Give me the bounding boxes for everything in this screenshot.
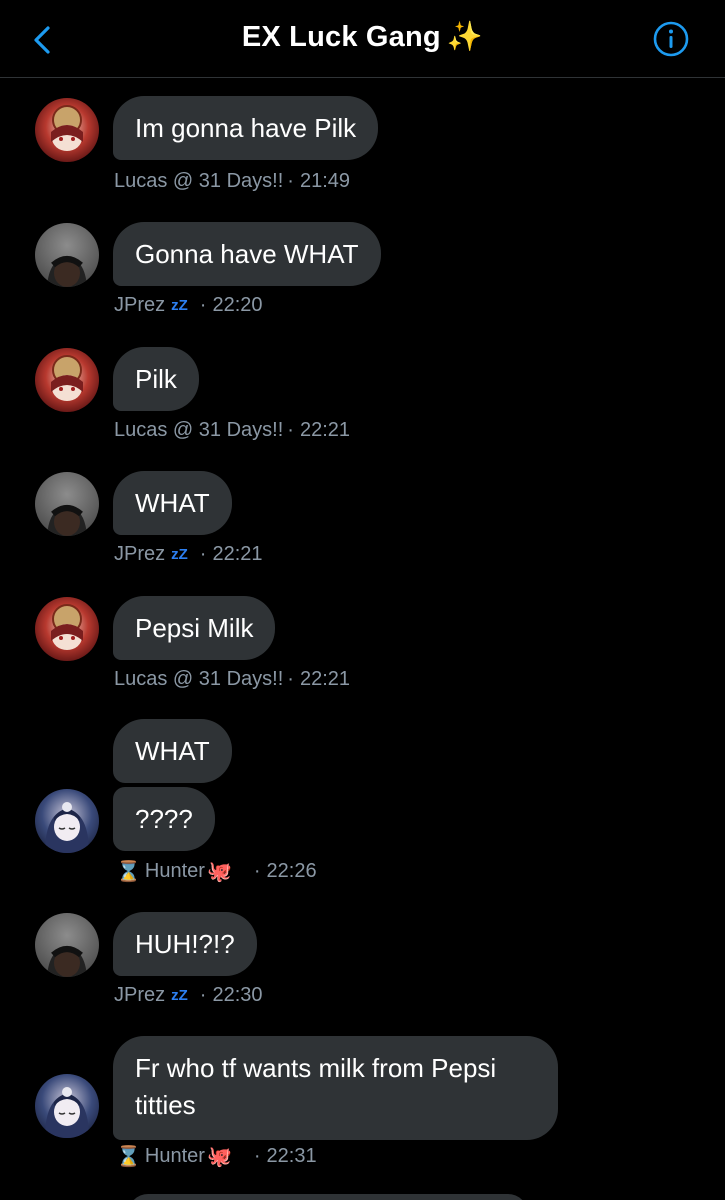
- octopus-icon: 🐙: [206, 1146, 232, 1168]
- message-bubble[interactable]: HUH!?!?: [113, 912, 257, 976]
- meta-separator: ·: [287, 170, 294, 192]
- sender-name: Hunter: [144, 860, 205, 882]
- meta-separator: ·: [253, 860, 261, 882]
- message-time: 21:49: [299, 170, 351, 192]
- message-bubble[interactable]: Fr who tf wants milk from Pepsi titties: [113, 1036, 558, 1140]
- message-text: WHAT: [135, 487, 210, 518]
- avatar-hunter[interactable]: [35, 789, 99, 853]
- sender-name: JPrez: [114, 543, 166, 565]
- conversation-header: EX Luck Gang ✨: [0, 0, 725, 78]
- message-text: Fr who tf wants milk from Pepsi titties: [135, 1053, 497, 1120]
- message-meta: JPrez zZ · 22:20: [114, 294, 263, 317]
- sender-name: Hunter: [144, 1145, 205, 1167]
- message-text: HUH!?!?: [135, 928, 235, 959]
- avatar-jprez[interactable]: [35, 223, 99, 287]
- message-bubble[interactable]: Im gonna have Pilk: [113, 96, 379, 160]
- hourglass-icon: ⌛: [116, 861, 141, 883]
- message-text: Pilk: [135, 363, 177, 394]
- message-bubble-partial[interactable]: [128, 1194, 528, 1200]
- title-text: EX Luck Gang: [241, 21, 441, 53]
- message-meta: ⌛ Hunter 🐙 · 22:26: [116, 859, 317, 884]
- avatar-lucas[interactable]: [35, 597, 99, 661]
- sender-name: JPrez: [114, 984, 166, 1006]
- sleeping-icon: zZ: [171, 546, 188, 563]
- message-time: 22:21: [212, 543, 263, 565]
- message-meta: Lucas @ 31 Days!! · 21:49: [114, 170, 350, 193]
- message-time: 22:31: [266, 1145, 317, 1167]
- octopus-icon: 🐙: [206, 861, 232, 883]
- sleeping-icon: zZ: [171, 297, 188, 314]
- message-time: 22:21: [299, 668, 351, 690]
- message-bubble[interactable]: Pilk: [113, 347, 199, 411]
- meta-separator: ·: [287, 668, 294, 690]
- message-meta: JPrez zZ · 22:30: [114, 984, 263, 1007]
- message-bubble[interactable]: ????: [113, 787, 215, 851]
- message-time: 22:30: [212, 984, 263, 1006]
- message-text: WHAT: [135, 735, 210, 766]
- message-text: Gonna have WHAT: [135, 238, 359, 269]
- info-circle-icon: [653, 21, 689, 57]
- sender-name: Lucas @ 31 Days!!: [114, 419, 284, 441]
- message-meta: Lucas @ 31 Days!! · 22:21: [114, 419, 350, 442]
- sleeping-icon: zZ: [171, 987, 188, 1004]
- meta-separator: ·: [199, 543, 207, 565]
- message-bubble[interactable]: WHAT: [113, 471, 232, 535]
- message-time: 22:20: [212, 294, 263, 316]
- message-text: Pepsi Milk: [135, 612, 254, 643]
- meta-separator: ·: [253, 1145, 261, 1167]
- message-bubble[interactable]: Pepsi Milk: [113, 596, 276, 660]
- sender-name: Lucas @ 31 Days!!: [114, 170, 284, 192]
- message-time: 22:26: [266, 860, 317, 882]
- avatar-lucas[interactable]: [35, 98, 99, 162]
- message-text: Im gonna have Pilk: [135, 112, 357, 143]
- message-bubble[interactable]: WHAT: [113, 719, 232, 783]
- conversation-title[interactable]: EX Luck Gang ✨: [0, 20, 725, 54]
- hourglass-icon: ⌛: [116, 1146, 141, 1168]
- avatar-hunter[interactable]: [35, 1074, 99, 1138]
- info-button[interactable]: [653, 21, 689, 57]
- sender-name: JPrez: [114, 294, 166, 316]
- message-meta: ⌛ Hunter 🐙 · 22:31: [116, 1144, 317, 1169]
- message-bubble[interactable]: Gonna have WHAT: [113, 222, 381, 286]
- avatar-lucas[interactable]: [35, 348, 99, 412]
- message-meta: JPrez zZ · 22:21: [114, 543, 263, 566]
- sparkles-icon: ✨: [446, 21, 484, 53]
- meta-separator: ·: [199, 984, 207, 1006]
- meta-separator: ·: [287, 419, 294, 441]
- avatar-jprez[interactable]: [35, 913, 99, 977]
- message-meta: Lucas @ 31 Days!! · 22:21: [114, 668, 350, 691]
- meta-separator: ·: [199, 294, 207, 316]
- sender-name: Lucas @ 31 Days!!: [114, 668, 284, 690]
- avatar-jprez[interactable]: [35, 472, 99, 536]
- message-text: ????: [135, 803, 193, 834]
- message-time: 22:21: [299, 419, 351, 441]
